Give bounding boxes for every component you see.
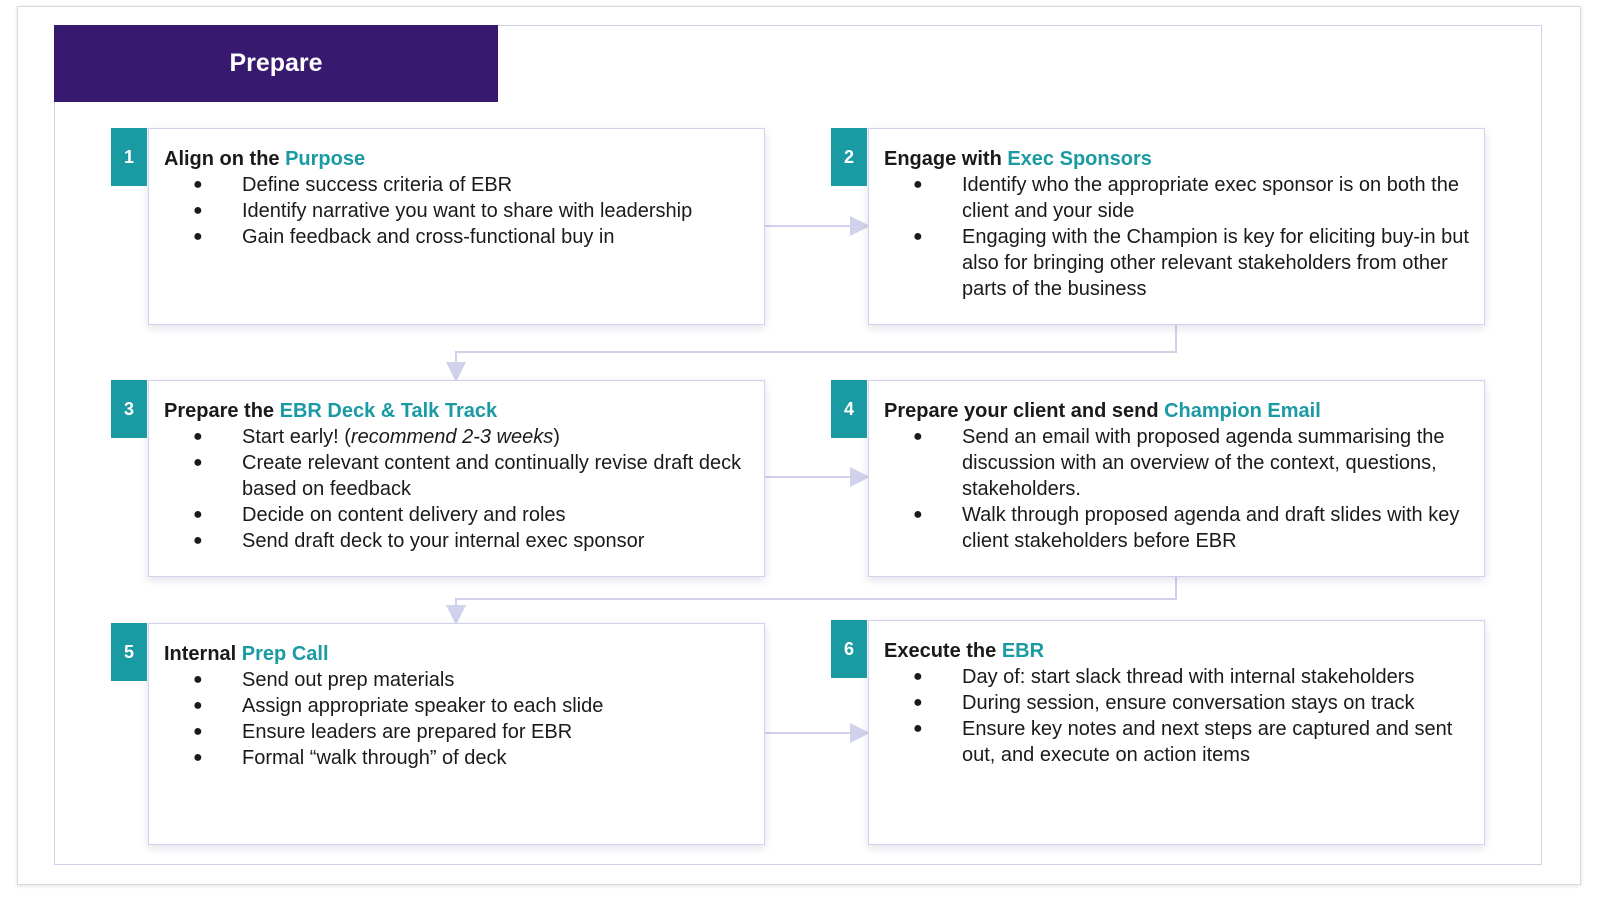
step-title: Align on the Purpose bbox=[164, 148, 366, 170]
step-title: Prepare the EBR Deck & Talk Track bbox=[164, 400, 498, 422]
step-title: Internal Prep Call bbox=[164, 643, 329, 665]
list-item: ● Define success criteria of EBR bbox=[193, 174, 513, 196]
step-card-3: Prepare the EBR Deck & Talk Track ● Start… bbox=[148, 380, 765, 577]
list-item: ● Walk through proposed agenda and draft … bbox=[913, 504, 1460, 552]
step-number-badge: 2 bbox=[831, 128, 867, 186]
step-number-badge: 6 bbox=[831, 620, 867, 678]
list-item: ● Send an email with proposed agenda summ… bbox=[913, 426, 1445, 500]
list-item: ● During session, ensure conversation sta… bbox=[913, 692, 1415, 714]
step-bullets: ● Day of: start slack thread with interna… bbox=[869, 664, 1484, 768]
step-card-2: Engage with Exec Sponsors ● Identify who … bbox=[868, 128, 1485, 325]
step-card-1: Align on the Purpose ● Define success cri… bbox=[148, 128, 765, 325]
list-item: ● Decide on content delivery and roles bbox=[193, 504, 566, 526]
step-card-6: Execute the EBR ● Day of: start slack thr… bbox=[868, 620, 1485, 845]
list-item: ● Send out prep materials bbox=[193, 669, 455, 691]
step-number-badge: 5 bbox=[111, 623, 147, 681]
step-bullets: ● Send an email with proposed agenda summ… bbox=[869, 424, 1484, 554]
list-item: ● Identify who the appropriate exec spons… bbox=[913, 174, 1459, 222]
step-card-4: Prepare your client and send Champion Em… bbox=[868, 380, 1485, 577]
step-card-5: Internal Prep Call ● Send out prep materi… bbox=[148, 623, 765, 845]
step-bullets: ● Define success criteria of EBR ● Identif… bbox=[149, 172, 764, 250]
header-title: Prepare bbox=[54, 25, 498, 102]
list-item: ● Identify narrative you want to share wi… bbox=[193, 200, 693, 222]
step-title: Engage with Exec Sponsors bbox=[884, 148, 1152, 170]
list-item: ● Create relevant content and continually… bbox=[193, 452, 742, 500]
step-title: Prepare your client and send Champion Em… bbox=[884, 400, 1321, 422]
list-item: ● Start early! (recommend 2-3 weeks) bbox=[193, 426, 560, 448]
step-number-badge: 3 bbox=[111, 380, 147, 438]
step-bullets: ● Send out prep materials ● Assign appropr… bbox=[149, 667, 764, 771]
list-item: ● Gain feedback and cross-functional buy … bbox=[193, 226, 615, 248]
list-item: ● Assign appropriate speaker to each slid… bbox=[193, 695, 604, 717]
list-item: ● Ensure leaders are prepared for EBR bbox=[193, 721, 573, 743]
step-bullets: ● Start early! (recommend 2-3 weeks) ● Cre… bbox=[149, 424, 764, 554]
step-number-badge: 4 bbox=[831, 380, 867, 438]
list-item: ● Engaging with the Champion is key for e… bbox=[913, 226, 1469, 300]
step-bullets: ● Identify who the appropriate exec spons… bbox=[869, 172, 1484, 302]
list-item: ● Day of: start slack thread with interna… bbox=[913, 666, 1415, 688]
step-number-badge: 1 bbox=[111, 128, 147, 186]
list-item: ● Send draft deck to your internal exec s… bbox=[193, 530, 645, 552]
list-item: ● Formal “walk through” of deck bbox=[193, 747, 507, 769]
step-title: Execute the EBR bbox=[884, 640, 1045, 662]
list-item: ● Ensure key notes and next steps are cap… bbox=[913, 718, 1453, 766]
